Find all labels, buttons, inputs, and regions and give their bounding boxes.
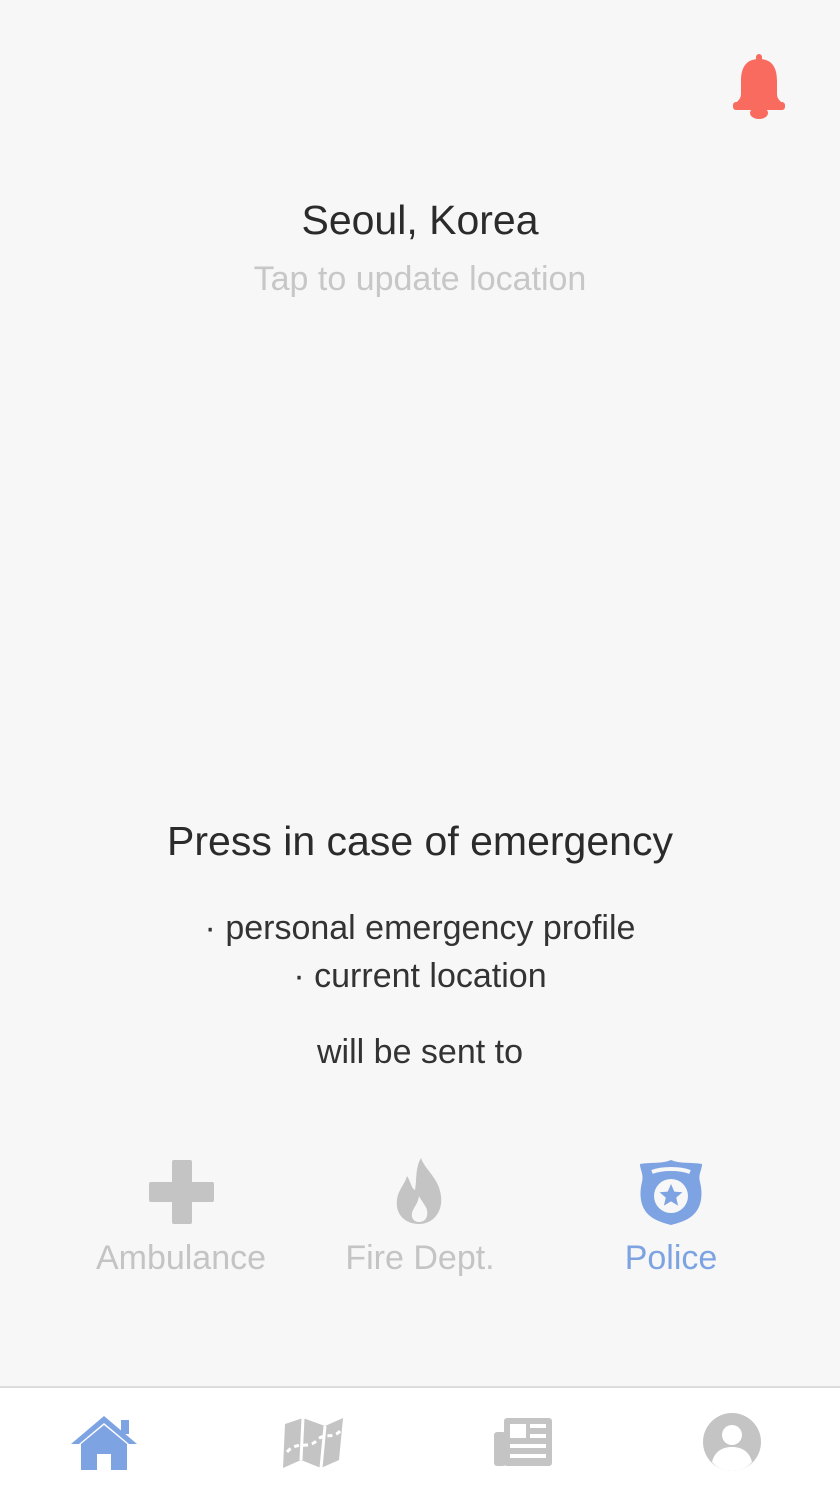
- emergency-title: Press in case of emergency: [167, 818, 673, 864]
- info-item-profile: · personal emergency profile: [204, 909, 636, 947]
- service-ambulance-label: Ambulance: [95, 1239, 267, 1277]
- shared-info-list: · personal emergency profile · current l…: [0, 904, 840, 1000]
- newspaper-icon: [494, 1418, 552, 1466]
- info-item-location: · current location: [293, 957, 547, 995]
- tab-home[interactable]: [69, 1410, 139, 1474]
- sent-to-label: will be sent to: [317, 1033, 523, 1071]
- service-police[interactable]: Police: [561, 1156, 781, 1280]
- notifications-button[interactable]: [730, 54, 788, 120]
- service-ambulance[interactable]: Ambulance: [71, 1156, 291, 1280]
- update-location-hint[interactable]: Tap to update location: [0, 258, 840, 300]
- service-fire-dept[interactable]: Fire Dept.: [310, 1156, 530, 1280]
- bell-icon: [733, 54, 785, 119]
- flame-icon: [396, 1158, 442, 1224]
- emergency-section: Press in case of emergency · personal em…: [0, 814, 840, 1074]
- home-screen: Seoul, Korea Tap to update location Pres…: [0, 0, 840, 1496]
- service-fire-dept-label: Fire Dept.: [345, 1239, 495, 1277]
- tab-news[interactable]: [488, 1410, 558, 1474]
- bottom-tab-bar: [0, 1386, 840, 1496]
- tab-profile[interactable]: [697, 1410, 767, 1474]
- service-selector: Ambulance Fire Dept. Police: [0, 1156, 840, 1286]
- location-city[interactable]: Seoul, Korea: [0, 194, 840, 246]
- map-icon: [283, 1417, 343, 1469]
- service-police-label: Police: [624, 1239, 718, 1277]
- medical-cross-icon: [149, 1160, 214, 1224]
- police-badge-icon: [640, 1160, 702, 1225]
- home-icon: [71, 1416, 137, 1470]
- tab-map[interactable]: [279, 1410, 349, 1474]
- user-icon: [703, 1413, 761, 1471]
- location-section[interactable]: Seoul, Korea Tap to update location: [0, 194, 840, 300]
